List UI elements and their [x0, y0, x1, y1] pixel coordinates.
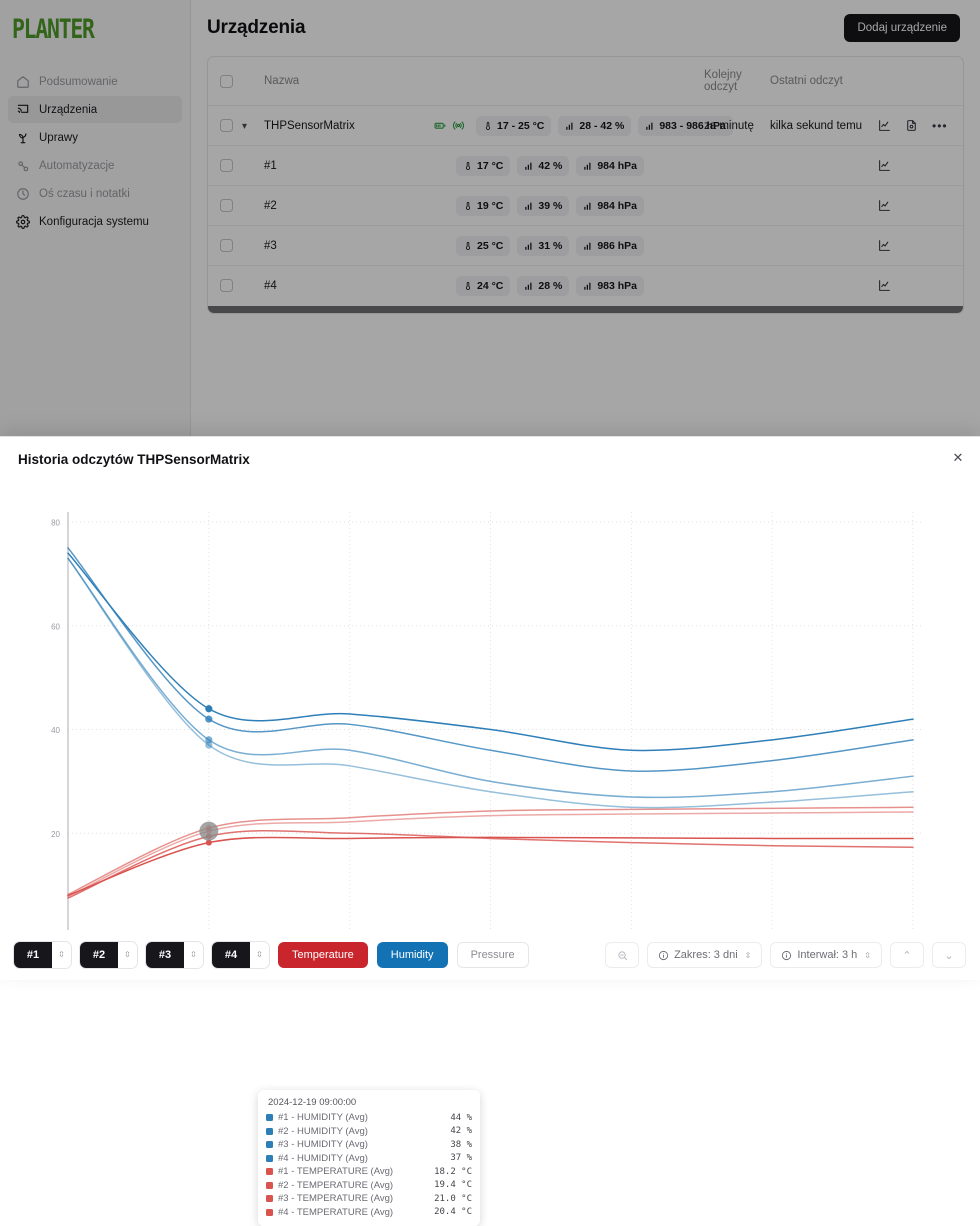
tooltip-row: #3 - TEMPERATURE (Avg) 21.0 °C: [266, 1192, 472, 1206]
tooltip-row: #1 - HUMIDITY (Avg) 44 %: [266, 1111, 472, 1125]
series-color-swatch: [266, 1181, 273, 1189]
y-axis-tick-label: 20: [51, 830, 60, 839]
series-color-swatch: [266, 1195, 273, 1203]
tooltip-series-label: #2 - TEMPERATURE (Avg): [278, 1179, 394, 1191]
y-axis-tick-label: 40: [51, 726, 60, 735]
range-stepper-arrows[interactable]: ⇳: [745, 951, 752, 960]
series-color-swatch: [266, 1168, 273, 1176]
range-selector[interactable]: Zakres: 3 dni ⇳: [647, 942, 763, 968]
sensor-stepper-3-value: #3: [146, 942, 184, 968]
scroll-up-button[interactable]: ⌃: [890, 942, 924, 968]
tooltip-timestamp: 2024-12-19 09:00:00: [268, 1097, 357, 1108]
sensor-stepper-2[interactable]: #2 ⇳: [80, 942, 137, 968]
sensor-stepper-3-arrows[interactable]: ⇳: [184, 942, 203, 968]
series-color-swatch: [266, 1141, 273, 1149]
toolbar-left-group: #1 ⇳ #2 ⇳ #3 ⇳ #4 ⇳ Temperature Humidity…: [14, 942, 529, 968]
tooltip-row: #3 - HUMIDITY (Avg) 38 %: [266, 1138, 472, 1152]
tooltip-series-label: #1 - HUMIDITY (Avg): [278, 1112, 368, 1124]
tooltip-series-value: 21.0 °C: [434, 1193, 472, 1204]
tooltip-series-label: #3 - TEMPERATURE (Avg): [278, 1193, 394, 1205]
tooltip-series-value: 42 %: [439, 1126, 472, 1137]
toolbar-right-group: Zakres: 3 dni ⇳ Interwał: 3 h ⇳ ⌃ ⌄: [605, 942, 966, 968]
interval-selector[interactable]: Interwał: 3 h ⇳: [770, 942, 882, 968]
zoom-out-button[interactable]: [605, 942, 640, 968]
sensor-stepper-4-arrows[interactable]: ⇳: [250, 942, 269, 968]
tooltip-series-value: 37 %: [439, 1153, 472, 1164]
sensor-stepper-2-value: #2: [80, 942, 118, 968]
tooltip-series-label: #4 - HUMIDITY (Avg): [278, 1152, 368, 1164]
tooltip-rows: #1 - HUMIDITY (Avg) 44 % #2 - HUMIDITY (A…: [266, 1111, 472, 1219]
chart-toolbar: #1 ⇳ #2 ⇳ #3 ⇳ #4 ⇳ Temperature Humidity…: [0, 930, 980, 980]
chart-hover-point: [205, 705, 213, 713]
range-label: Zakres: 3 dni: [674, 949, 738, 961]
tooltip-row: #4 - HUMIDITY (Avg) 37 %: [266, 1152, 472, 1166]
series-color-swatch: [266, 1154, 273, 1162]
zoom-out-icon: [617, 950, 627, 960]
series-color-swatch: [266, 1208, 273, 1216]
y-axis-tick-label: 60: [51, 622, 60, 631]
sensor-stepper-1-arrows[interactable]: ⇳: [52, 942, 71, 968]
scroll-down-button[interactable]: ⌄: [932, 942, 966, 968]
info-icon: [658, 950, 669, 960]
info-icon: [782, 950, 792, 960]
chart-hover-point: [205, 715, 213, 723]
metric-toggle-pressure[interactable]: Pressure: [456, 942, 529, 968]
tooltip-series-label: #4 - TEMPERATURE (Avg): [278, 1206, 394, 1218]
sensor-stepper-2-arrows[interactable]: ⇳: [118, 942, 137, 968]
chart-hover-marker: [199, 821, 219, 841]
close-icon[interactable]: ✕: [949, 449, 967, 467]
metric-toggle-humidity[interactable]: Humidity: [376, 942, 448, 968]
chart-container[interactable]: 0204060802024-12-19 06:00:002024-12-19 0…: [0, 477, 980, 962]
sensor-stepper-4[interactable]: #4 ⇳: [212, 942, 269, 968]
chart-tooltip: 2024-12-19 09:00:00 #1 - HUMIDITY (Avg) …: [258, 1090, 480, 1226]
tooltip-series-value: 44 %: [439, 1112, 472, 1123]
tooltip-series-label: #2 - HUMIDITY (Avg): [278, 1125, 368, 1137]
tooltip-series-value: 18.2 °C: [434, 1166, 472, 1177]
tooltip-series-label: #1 - TEMPERATURE (Avg): [278, 1166, 394, 1178]
tooltip-row: #2 - HUMIDITY (Avg) 42 %: [266, 1125, 472, 1139]
readings-line-chart[interactable]: 0204060802024-12-19 06:00:002024-12-19 0…: [0, 477, 980, 962]
sensor-stepper-1-value: #1: [14, 942, 52, 968]
interval-stepper-arrows[interactable]: ⇳: [864, 951, 871, 960]
history-modal: Historia odczytów THPSensorMatrix ✕ 0204…: [0, 436, 980, 1226]
tooltip-row: #1 - TEMPERATURE (Avg) 18.2 °C: [266, 1165, 472, 1179]
chart-series-line: [67, 557, 914, 809]
sensor-stepper-1[interactable]: #1 ⇳: [14, 942, 71, 968]
tooltip-row: #4 - TEMPERATURE (Avg) 20.4 °C: [266, 1206, 472, 1220]
tooltip-row: #2 - TEMPERATURE (Avg) 19.4 °C: [266, 1179, 472, 1193]
interval-label: Interwał: 3 h: [797, 949, 858, 961]
chart-series-line: [67, 557, 914, 799]
tooltip-series-value: 20.4 °C: [434, 1207, 472, 1218]
modal-title: Historia odczytów THPSensorMatrix: [18, 452, 250, 467]
tooltip-series-value: 19.4 °C: [434, 1180, 472, 1191]
tooltip-series-label: #3 - HUMIDITY (Avg): [278, 1139, 368, 1151]
chart-hover-point: [205, 741, 213, 749]
sensor-stepper-4-value: #4: [212, 942, 250, 968]
series-color-swatch: [266, 1114, 273, 1122]
tooltip-series-value: 38 %: [439, 1139, 472, 1150]
series-color-swatch: [266, 1127, 273, 1135]
metric-toggle-temperature[interactable]: Temperature: [278, 942, 368, 968]
sensor-stepper-3[interactable]: #3 ⇳: [146, 942, 203, 968]
y-axis-tick-label: 80: [51, 519, 60, 528]
modal-backdrop[interactable]: [0, 0, 980, 436]
